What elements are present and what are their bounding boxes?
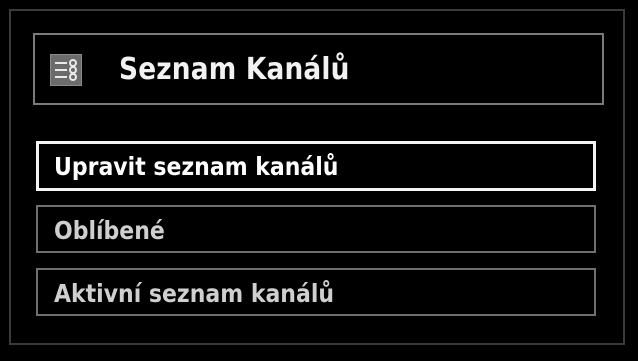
page-title: Seznam Kanálů xyxy=(119,52,350,87)
menu-item-label: Oblíbené xyxy=(54,216,165,245)
channel-list-icon xyxy=(50,54,82,86)
menu-item-active-channel-list[interactable]: Aktivní seznam kanálů xyxy=(36,268,596,316)
menu-header: Seznam Kanálů xyxy=(33,33,604,105)
menu-item-label: Aktivní seznam kanálů xyxy=(54,279,335,308)
menu-item-label: Upravit seznam kanálů xyxy=(54,152,339,181)
menu-item-favourites[interactable]: Oblíbené xyxy=(36,205,596,253)
menu-item-edit-channel-list[interactable]: Upravit seznam kanálů xyxy=(36,141,596,191)
